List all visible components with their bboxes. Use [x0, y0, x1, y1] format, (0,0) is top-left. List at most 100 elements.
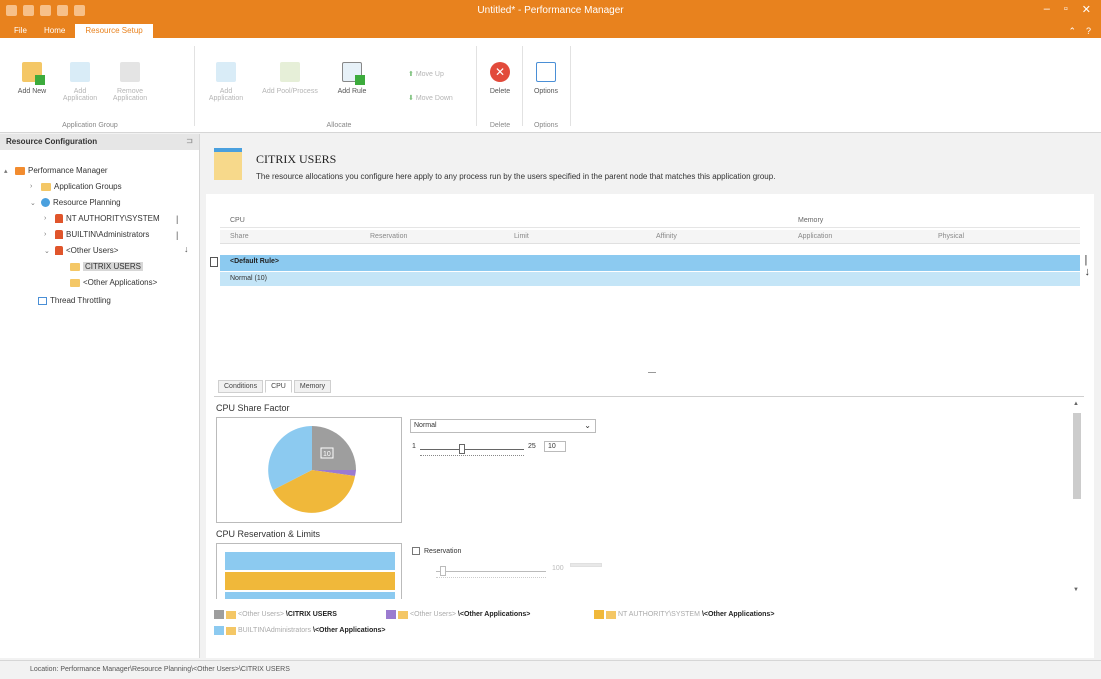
- group-allocate: Allocate: [326, 122, 352, 129]
- arrow-up-icon: ⬆: [408, 71, 414, 78]
- close-button[interactable]: ✕: [1082, 3, 1091, 16]
- folder-icon: [226, 626, 236, 635]
- slider-max-label: 25: [528, 443, 536, 450]
- window-title: Untitled* - Performance Manager: [477, 5, 624, 16]
- node-header: CITRIX USERS The resource allocations yo…: [206, 134, 1094, 194]
- move-down-button[interactable]: ⬇ Move Down: [408, 94, 453, 102]
- reservation-slider[interactable]: [436, 571, 546, 572]
- tree-item-citrix-users[interactable]: CITRIX USERS: [70, 262, 144, 271]
- folder-icon: [398, 610, 408, 619]
- column-physical[interactable]: Physical: [938, 233, 964, 240]
- expand-icon[interactable]: ›: [44, 231, 52, 238]
- tree-item-performance-manager[interactable]: ▴ Performance Manager: [4, 166, 108, 175]
- add-application-button[interactable]: Add Application: [60, 62, 100, 102]
- window-controls: – ▫ ✕: [1044, 3, 1091, 16]
- minimize-button[interactable]: –: [1044, 3, 1050, 16]
- help-icon[interactable]: ?: [1086, 26, 1091, 37]
- allocate-add-application-button[interactable]: Add Application: [206, 62, 246, 102]
- reservation-bar: [225, 572, 395, 590]
- ribbon-help: ⌃ ?: [1068, 26, 1091, 37]
- panel-header: Resource Configuration ⊐: [0, 134, 199, 150]
- legend-swatch: [594, 610, 604, 619]
- column-affinity[interactable]: Affinity: [656, 233, 677, 240]
- legend-item: <Other Users> \CITRIX USERS: [214, 610, 337, 619]
- scroll-down-icon[interactable]: ↓: [184, 244, 189, 254]
- pane-scrollbar[interactable]: ▲ ▼: [1072, 399, 1082, 595]
- add-folder-icon: [22, 62, 45, 85]
- scroll-up-icon[interactable]: ▲: [1073, 401, 1079, 407]
- reservation-value-field[interactable]: [570, 563, 602, 567]
- tree-item-builtin-administrators[interactable]: › BUILTIN\Administrators: [44, 230, 149, 239]
- pin-icon[interactable]: ⊐: [186, 136, 193, 145]
- tab-file[interactable]: File: [6, 24, 35, 37]
- tab-conditions[interactable]: Conditions: [218, 380, 264, 393]
- scroll-indicator: |: [176, 214, 179, 224]
- add-rule-icon: [342, 62, 365, 85]
- column-reservation[interactable]: Reservation: [370, 233, 407, 240]
- maximize-button[interactable]: ▫: [1064, 3, 1068, 16]
- thread-throttling-icon: [38, 296, 47, 305]
- tree-item-nt-authority-system[interactable]: › NT AUTHORITY\SYSTEM: [44, 214, 160, 223]
- grid-scroll-indicator[interactable]: | ↓: [1085, 254, 1091, 278]
- slider-ticks: [420, 455, 524, 456]
- user-icon: [55, 214, 63, 223]
- tree-item-resource-planning[interactable]: ⌄ Resource Planning: [30, 198, 121, 207]
- group-options: Options: [533, 122, 559, 129]
- performance-manager-icon: [15, 166, 25, 175]
- reservation-checkbox[interactable]: Reservation: [412, 547, 461, 555]
- ribbon-separator: [194, 46, 195, 126]
- table-row[interactable]: <Default Rule>: [220, 255, 1080, 271]
- add-application-icon: [70, 62, 90, 82]
- collapse-ribbon-icon[interactable]: ⌃: [1068, 26, 1076, 37]
- reservation-slider-thumb[interactable]: [440, 566, 446, 576]
- status-bar: Location: Performance Manager\Resource P…: [0, 660, 1101, 679]
- checkbox-box[interactable]: [412, 547, 420, 555]
- splitter-handle[interactable]: [648, 372, 656, 373]
- column-limit[interactable]: Limit: [514, 233, 529, 240]
- collapse-icon[interactable]: ⌄: [30, 199, 38, 207]
- cpu-pane: CPU Share Factor 10 Normal ⌄ 1 25 10 CPU…: [214, 396, 1084, 599]
- folder-icon: [41, 182, 51, 191]
- add-rule-button[interactable]: Add Rule: [332, 62, 372, 95]
- legend-item: <Other Users> \<Other Applications>: [386, 610, 530, 619]
- reservation-max-label: 100: [552, 565, 564, 572]
- chevron-down-icon: ⌄: [584, 421, 591, 430]
- scroll-down-icon[interactable]: ▼: [1073, 587, 1079, 593]
- column-share[interactable]: Share: [230, 233, 249, 240]
- folder-icon: [606, 610, 616, 619]
- options-icon: [536, 62, 556, 82]
- add-new-button[interactable]: Add New: [12, 62, 52, 95]
- tree-item-other-applications[interactable]: <Other Applications>: [70, 278, 157, 287]
- collapse-icon[interactable]: ⌄: [44, 247, 52, 255]
- group-delete: Delete: [489, 122, 511, 129]
- cpu-share-select[interactable]: Normal ⌄: [410, 419, 596, 433]
- scrollbar-thumb[interactable]: [1073, 413, 1081, 499]
- delete-icon: ✕: [490, 62, 510, 82]
- remove-application-button[interactable]: Remove Application: [110, 62, 150, 102]
- cpu-share-value-field[interactable]: 10: [544, 441, 566, 452]
- tree-item-application-groups[interactable]: › Application Groups: [30, 182, 122, 191]
- expand-icon[interactable]: ›: [44, 215, 52, 222]
- options-button[interactable]: Options: [526, 62, 566, 95]
- cpu-share-slider[interactable]: [420, 449, 524, 450]
- tree-item-other-users[interactable]: ⌄ <Other Users>: [44, 246, 118, 255]
- add-pool-process-button[interactable]: Add Pool/Process: [258, 62, 322, 95]
- table-row[interactable]: Normal (10): [220, 272, 1080, 286]
- tab-home[interactable]: Home: [34, 24, 75, 38]
- resource-planning-icon: [41, 198, 50, 207]
- tree-item-thread-throttling[interactable]: Thread Throttling: [38, 296, 111, 305]
- tab-cpu[interactable]: CPU: [265, 380, 292, 393]
- folder-icon: [70, 278, 80, 287]
- pie-svg: 10: [268, 426, 356, 513]
- tab-memory[interactable]: Memory: [293, 380, 332, 393]
- cpu-share-slider-thumb[interactable]: [459, 444, 465, 454]
- delete-button[interactable]: ✕ Delete: [480, 62, 520, 95]
- expand-icon[interactable]: ›: [30, 183, 38, 190]
- tab-resource-setup[interactable]: Resource Setup: [75, 24, 153, 38]
- add-application-icon: [216, 62, 236, 82]
- reservation-bar: [225, 552, 395, 570]
- ribbon-tabs: File Home Resource Setup: [14, 24, 153, 38]
- column-application[interactable]: Application: [798, 233, 832, 240]
- collapse-icon[interactable]: ▴: [4, 167, 12, 175]
- move-up-button[interactable]: ⬆ Move Up: [408, 70, 444, 78]
